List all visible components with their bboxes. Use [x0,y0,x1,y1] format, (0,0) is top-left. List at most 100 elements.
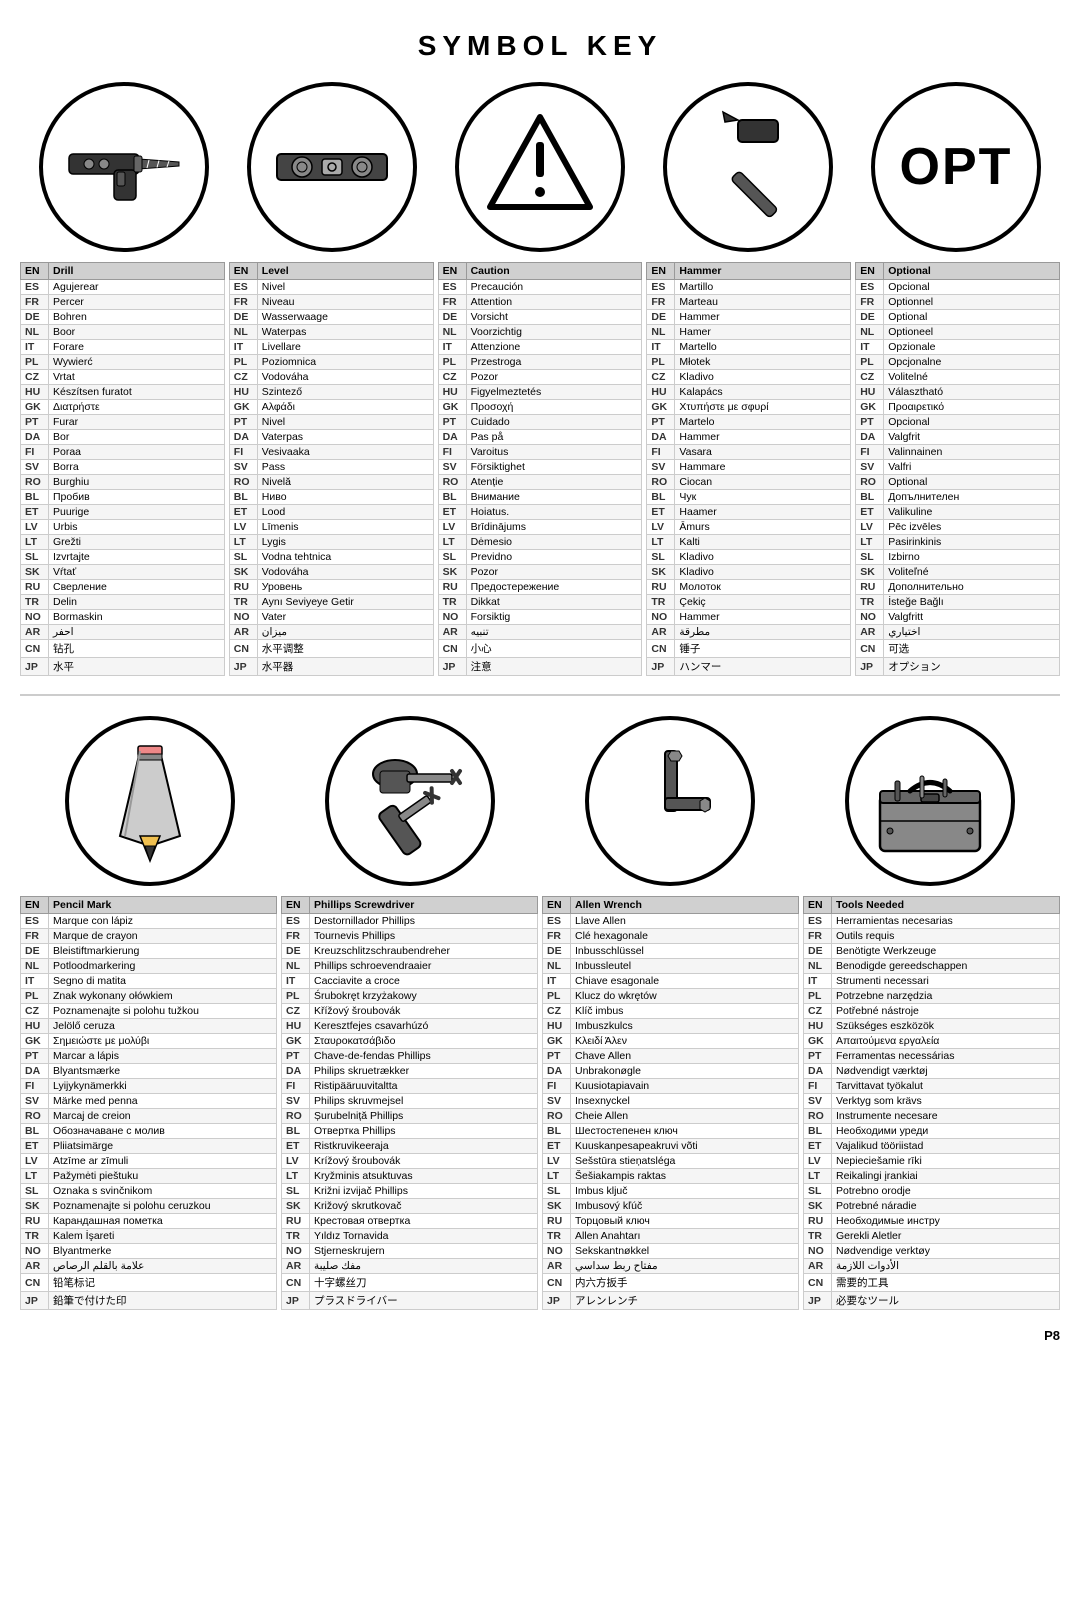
lang-code-cell: JP [21,1292,49,1310]
lang-code-cell: SK [282,1199,310,1214]
translation-cell: Yıldız Tornavida [310,1229,538,1244]
table-header-lang: EN [282,897,310,914]
lang-code-cell: PL [21,989,49,1004]
translation-cell: Poziomnica [257,355,433,370]
translation-cell: 锤子 [675,640,851,658]
translation-cell: Puurige [49,505,225,520]
lang-code-cell: CZ [856,370,884,385]
lang-code-cell: LV [21,1154,49,1169]
translation-cell: Keresztfejes csavarhúzó [310,1019,538,1034]
table-row: HUVálasztható [856,385,1060,400]
lang-code-cell: LT [21,535,49,550]
translation-cell: Boor [49,325,225,340]
translation-cell: Śrubokręt krzyżakowy [310,989,538,1004]
translation-cell: Cheie Allen [571,1109,799,1124]
lang-code-cell: SL [229,550,257,565]
table-row: LTReikalingi įrankiai [804,1169,1060,1184]
level-icon [267,102,397,232]
translation-cell: Nødvendigt værktøj [832,1064,1060,1079]
lang-code-cell: JP [21,658,49,676]
translation-cell: Křížový šroubovák [310,1004,538,1019]
lang-code-cell: NL [647,325,675,340]
lang-code-cell: CN [21,1274,49,1292]
translation-cell: Martelo [675,415,851,430]
lang-code-cell: SK [21,565,49,580]
lang-code-cell: NO [543,1244,571,1259]
lang-code-cell: IT [647,340,675,355]
lang-code-cell: CN [543,1274,571,1292]
lang-code-cell: CZ [21,1004,49,1019]
translation-cell: Poraa [49,445,225,460]
table-row: FIVasara [647,445,851,460]
lang-code-cell: CN [647,640,675,658]
lang-code-cell: PL [438,355,466,370]
lang-code-cell: DA [282,1064,310,1079]
table-row: HUFigyelmeztetés [438,385,642,400]
symbol-table: ENLevelESNivelFRNiveauDEWasserwaageNLWat… [229,262,434,676]
phillips-screwdriver-icon [345,736,475,866]
table-row: PLWywierć [21,355,225,370]
table-row: JP必要なツール [804,1292,1060,1310]
lang-code-cell: AR [21,1259,49,1274]
table-header-word: Hammer [675,263,851,280]
table-row: SKVŕtať [21,565,225,580]
table-row: JPオプション [856,658,1060,676]
translation-cell: Nivel [257,415,433,430]
symbol-table: ENCautionESPrecauciónFRAttentionDEVorsic… [438,262,643,676]
table-row: ITMartello [647,340,851,355]
translation-cell: Klucz do wkrętów [571,989,799,1004]
translation-cell: Σημειώστε με μολύβι [49,1034,277,1049]
lang-code-cell: PL [21,355,49,370]
table-row: DANødvendigt værktøj [804,1064,1060,1079]
translation-cell: 可选 [884,640,1060,658]
table-row: HUKészítsen furatot [21,385,225,400]
table-row: ESLlave Allen [543,914,799,929]
translation-cell: Opcional [884,415,1060,430]
translation-cell: Nivel [257,280,433,295]
table-row: TRDelin [21,595,225,610]
lang-code-cell: FR [282,929,310,944]
lang-code-cell: DA [438,430,466,445]
table-row: ETHoiatus. [438,505,642,520]
translation-cell: Jelölő ceruza [49,1019,277,1034]
translation-cell: Attention [466,295,642,310]
tables-row-2: ENPencil MarkESMarque con lápizFRMarque … [20,896,1060,1310]
lang-code-cell: GK [543,1034,571,1049]
table-row: DEOptional [856,310,1060,325]
drill-symbol [39,82,209,252]
lang-code-cell: ET [282,1139,310,1154]
translation-cell: アレンレンチ [571,1292,799,1310]
translation-cell: Urbis [49,520,225,535]
lang-code-cell: SK [543,1199,571,1214]
table-row: CN内六方扳手 [543,1274,799,1292]
table-row: LVSešstūra stieņatsléga [543,1154,799,1169]
lang-code-cell: SK [229,565,257,580]
lang-code-cell: IT [229,340,257,355]
lang-code-cell: RU [282,1214,310,1229]
lang-code-cell: ES [856,280,884,295]
table-row: SKPotrebné náradie [804,1199,1060,1214]
table-row: NLPotloodmarkering [21,959,277,974]
table-row: ITChiave esagonale [543,974,799,989]
table-row: CZPotřebné nástroje [804,1004,1060,1019]
table-row: FIVesivaaka [229,445,433,460]
lang-code-cell: AR [282,1259,310,1274]
table-row: ESHerramientas necesarias [804,914,1060,929]
lang-code-cell: CN [438,640,466,658]
table-row: DEVorsicht [438,310,642,325]
lang-code-cell: IT [856,340,884,355]
translation-cell: Stjerneskrujern [310,1244,538,1259]
lang-code-cell: ES [438,280,466,295]
table-row: RUТорцовый ключ [543,1214,799,1229]
table-row: ARالأدوات اللازمة [804,1259,1060,1274]
table-row: FITarvittavat työkalut [804,1079,1060,1094]
translation-cell: 钻孔 [49,640,225,658]
table-row: ETLood [229,505,433,520]
lang-code-cell: BL [282,1124,310,1139]
translation-cell: İsteğe Bağlı [884,595,1060,610]
translation-cell: Необходими уреди [832,1124,1060,1139]
table-row: PTMartelo [647,415,851,430]
translation-cell: Дополнительно [884,580,1060,595]
table-row: TRÇekiç [647,595,851,610]
lang-code-cell: ET [856,505,884,520]
